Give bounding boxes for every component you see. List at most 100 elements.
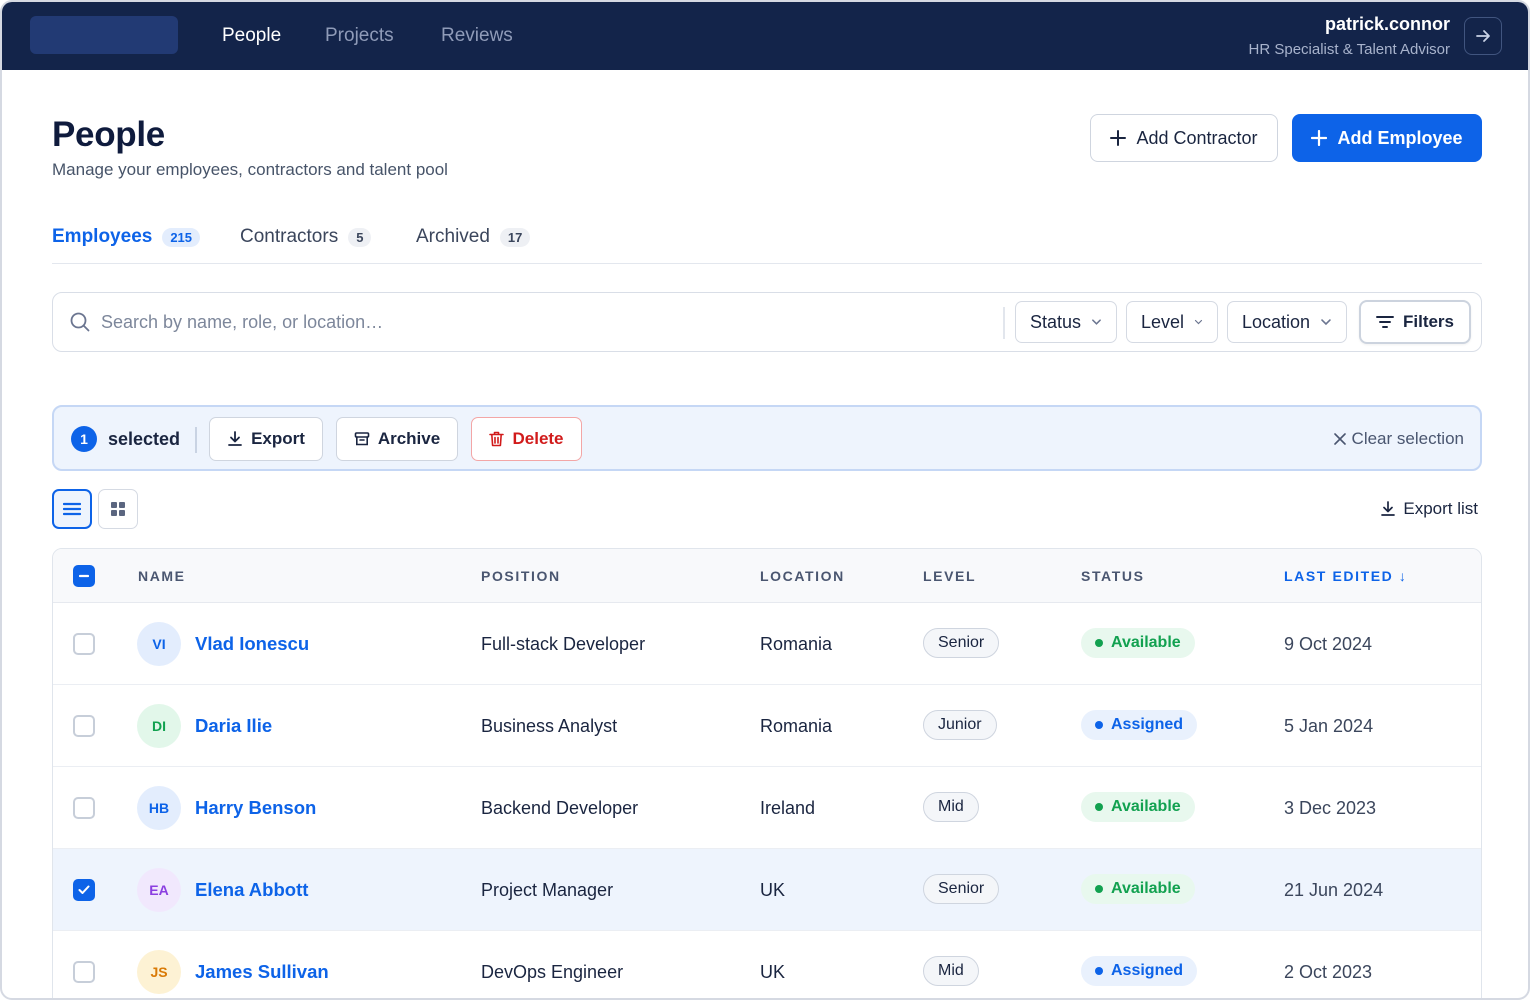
status-label: Assigned <box>1111 716 1184 733</box>
last-edited-cell: 21 Jun 2024 <box>1284 880 1384 900</box>
export-label: Export <box>251 429 305 448</box>
check-icon <box>78 885 90 894</box>
status-label: Available <box>1111 634 1181 651</box>
status-badge: Available <box>1081 628 1195 658</box>
nav-reviews[interactable]: Reviews <box>441 25 513 47</box>
select-all-checkbox[interactable] <box>73 565 95 587</box>
tab-label: Employees <box>52 226 153 247</box>
page-title: People <box>52 115 165 154</box>
last-edited-cell: 3 Dec 2023 <box>1284 798 1377 818</box>
row-checkbox[interactable] <box>73 797 95 819</box>
status-label: Assigned <box>1111 962 1184 979</box>
status-dropdown[interactable]: Status <box>1015 301 1117 343</box>
table-row[interactable]: JS James Sullivan DevOps Engineer UK Mid Assi… <box>53 931 1481 998</box>
table-row[interactable]: HB Harry Benson Backend Developer Ireland Mi… <box>53 767 1481 849</box>
grid-view-toggle[interactable] <box>98 489 138 529</box>
export-list-button[interactable]: Export list <box>1380 499 1478 519</box>
status-dot-icon <box>1095 721 1103 729</box>
row-checkbox[interactable] <box>73 879 95 901</box>
tab-contractors[interactable]: Contractors 5 <box>240 226 372 248</box>
clear-selection-button[interactable]: Clear selection <box>1333 429 1464 449</box>
column-header-last-edited[interactable]: LAST EDITED ↓ <box>1284 568 1407 584</box>
add-contractor-label: Add Contractor <box>1136 127 1258 148</box>
list-view-toggle[interactable] <box>52 489 92 529</box>
level-badge: Senior <box>923 874 1000 904</box>
search-icon <box>70 312 90 332</box>
selection-bar: 1 selected Export Archive Delete Clear s… <box>52 405 1482 471</box>
column-header-position[interactable]: POSITION <box>481 568 561 584</box>
download-icon <box>1381 501 1396 516</box>
avatar: VI <box>137 622 181 666</box>
row-checkbox[interactable] <box>73 715 95 737</box>
column-header-status[interactable]: STATUS <box>1081 568 1145 584</box>
arrow-right-icon <box>1476 30 1490 42</box>
row-checkbox[interactable] <box>73 633 95 655</box>
user-name: patrick.connor <box>1324 14 1450 34</box>
table-header: NAME POSITION LOCATION LEVEL STATUS LAST… <box>53 549 1481 603</box>
status-dot-icon <box>1095 967 1103 975</box>
export-selected-button[interactable]: Export <box>209 417 323 461</box>
location-cell: Romania <box>760 716 833 736</box>
level-badge: Mid <box>923 956 979 986</box>
selected-label: selected <box>108 429 181 449</box>
filters-label: Filters <box>1402 312 1455 331</box>
filter-lines-icon <box>1376 316 1394 328</box>
archive-box-icon <box>354 432 370 446</box>
delete-selected-button[interactable]: Delete <box>471 417 582 461</box>
avatar: HB <box>137 786 181 830</box>
close-icon <box>1333 433 1346 445</box>
location-cell: UK <box>760 880 786 900</box>
employee-name-link[interactable]: James Sullivan <box>195 961 329 983</box>
page-subtitle: Manage your employees, contractors and t… <box>52 160 448 179</box>
archive-selected-button[interactable]: Archive <box>336 417 458 461</box>
nav-projects[interactable]: Projects <box>325 25 394 47</box>
column-header-level[interactable]: LEVEL <box>923 568 976 584</box>
employee-name-link[interactable]: Daria Ilie <box>195 715 272 737</box>
logout-button[interactable] <box>1464 17 1502 55</box>
filters-button[interactable]: Filters <box>1359 300 1471 344</box>
plus-icon <box>1110 130 1127 146</box>
tab-employees[interactable]: Employees 215 <box>52 226 201 248</box>
trash-icon <box>489 431 505 447</box>
location-dropdown[interactable]: Location <box>1227 301 1347 343</box>
logo[interactable] <box>30 16 178 54</box>
employee-name-link[interactable]: Elena Abbott <box>195 879 308 901</box>
level-dropdown[interactable]: Level <box>1126 301 1218 343</box>
avatar: EA <box>137 868 181 912</box>
status-dropdown-label: Status <box>1030 311 1082 332</box>
download-icon <box>228 431 242 446</box>
tab-label: Contractors <box>240 226 339 247</box>
status-dot-icon <box>1095 885 1103 893</box>
selected-count-badge: 1 <box>71 426 97 452</box>
top-navbar: People Projects Reviews patrick.connor H… <box>2 2 1528 70</box>
tab-archived[interactable]: Archived 17 <box>416 226 531 248</box>
column-header-location[interactable]: LOCATION <box>760 568 845 584</box>
add-employee-button[interactable]: Add Employee <box>1292 114 1482 162</box>
add-employee-label: Add Employee <box>1337 127 1463 148</box>
position-cell: Full-stack Developer <box>481 634 646 654</box>
add-contractor-button[interactable]: Add Contractor <box>1090 114 1278 162</box>
row-checkbox[interactable] <box>73 961 95 983</box>
status-label: Available <box>1111 798 1181 815</box>
search-input[interactable] <box>101 305 981 339</box>
column-header-name[interactable]: NAME <box>138 568 186 584</box>
chevron-down-icon <box>1194 319 1203 325</box>
table-row[interactable]: DI Daria Ilie Business Analyst Romania Junio… <box>53 685 1481 767</box>
chevron-down-icon <box>1321 319 1331 326</box>
location-cell: UK <box>760 962 786 982</box>
chevron-down-icon <box>1092 319 1101 325</box>
table-row[interactable]: EA Elena Abbott Project Manager UK Senior Ava… <box>53 849 1481 931</box>
avatar: JS <box>137 950 181 994</box>
position-cell: Business Analyst <box>481 716 618 736</box>
divider <box>195 427 197 453</box>
tab-count-badge: 215 <box>162 227 201 247</box>
location-cell: Romania <box>760 634 833 654</box>
status-dot-icon <box>1095 803 1103 811</box>
plus-icon <box>1311 130 1328 146</box>
nav-people[interactable]: People <box>222 25 281 47</box>
tab-label: Archived <box>416 226 490 247</box>
export-list-label: Export list <box>1403 499 1478 518</box>
employee-name-link[interactable]: Harry Benson <box>195 797 316 819</box>
employee-name-link[interactable]: Vlad Ionescu <box>195 633 309 655</box>
table-row[interactable]: VI Vlad Ionescu Full-stack Developer Romani… <box>53 603 1481 685</box>
